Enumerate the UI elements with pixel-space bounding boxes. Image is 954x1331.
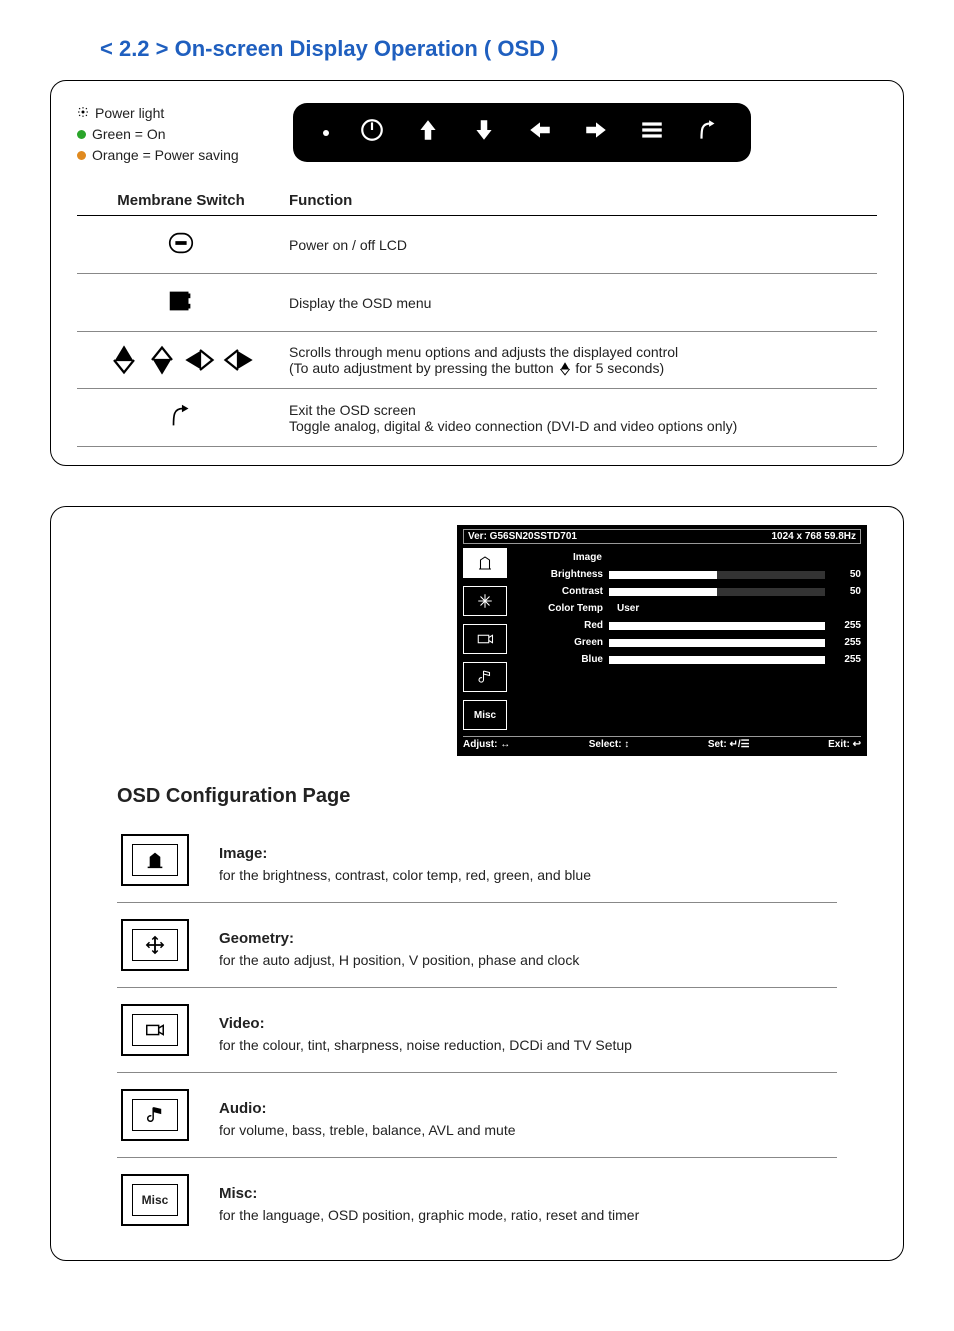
config-item-text: Video:for the colour, tint, sharpness, n… [219, 1013, 632, 1057]
osd-row: Blue 255 [513, 654, 861, 665]
osd-row: Contrast 50 [513, 586, 861, 597]
config-item-icon [121, 1089, 189, 1141]
config-item-icon [121, 919, 189, 971]
config-item-icon [121, 1004, 189, 1056]
config-item-text: Geometry:for the auto adjust, H position… [219, 928, 579, 972]
legend: Power light Green = On Orange = Power sa… [77, 103, 877, 166]
config-item-text: Image:for the brightness, contrast, colo… [219, 843, 591, 887]
osd-hint-set: Set: ↵/☰ [708, 739, 750, 750]
osd-config-panel: Ver: G56SN20SSTD701 1024 x 768 59.8Hz Mi… [50, 506, 904, 1261]
osd-row-value: 50 [831, 569, 861, 580]
osd-hint-adjust: Adjust: ↔ [463, 739, 510, 750]
osd-row-value: 255 [831, 637, 861, 648]
osd-row-bar [609, 656, 825, 664]
led-icon [323, 130, 329, 136]
legend-orange: Orange = Power saving [92, 145, 239, 166]
config-item-text: Audio:for volume, bass, treble, balance,… [219, 1098, 516, 1142]
osd-row-value: 255 [831, 654, 861, 665]
gear-icon [77, 103, 89, 124]
keypad-graphic [293, 103, 751, 162]
osd-tab-audio-icon [463, 662, 507, 692]
osd-screenshot: Ver: G56SN20SSTD701 1024 x 768 59.8Hz Mi… [457, 525, 867, 756]
row-fn: Power on / off LCD [285, 216, 877, 274]
table-row: Exit the OSD screen Toggle analog, digit… [77, 389, 877, 447]
power-icon [359, 117, 385, 148]
osd-row: Red 255 [513, 620, 861, 631]
osd-row-value: User [617, 603, 639, 614]
osd-hint-select: Select: ↕ [589, 739, 630, 750]
arrow-right-icon [583, 117, 609, 148]
config-item: Video:for the colour, tint, sharpness, n… [117, 988, 837, 1073]
osd-tab-video-icon [463, 624, 507, 654]
row-fn: Display the OSD menu [285, 274, 877, 332]
arrow-up-icon [415, 117, 441, 148]
config-item: Misc Misc:for the language, OSD position,… [117, 1158, 837, 1242]
osd-row-bar [609, 571, 825, 579]
config-list: Image:for the brightness, contrast, colo… [117, 818, 837, 1242]
osd-resolution: 1024 x 768 59.8Hz [771, 531, 856, 542]
osd-tab-image-icon [463, 548, 507, 578]
orange-dot-icon [77, 151, 86, 160]
osd-row-bar [609, 639, 825, 647]
power-button-icon [77, 216, 285, 274]
page-title: < 2.2 > On-screen Display Operation ( OS… [100, 36, 854, 62]
config-item-text: Misc:for the language, OSD position, gra… [219, 1183, 639, 1227]
osd-config-title: OSD Configuration Page [117, 785, 877, 808]
osd-row-label: Contrast [513, 586, 603, 597]
switch-function-table: Membrane Switch Function Power on / off … [77, 186, 877, 447]
config-item: Image:for the brightness, contrast, colo… [117, 818, 837, 903]
config-item-icon: Misc [121, 1174, 189, 1226]
membrane-switch-panel: Power light Green = On Orange = Power sa… [50, 80, 904, 466]
osd-row: Green 255 [513, 637, 861, 648]
osd-tab-geometry-icon [463, 586, 507, 616]
menu-icon [639, 117, 665, 148]
osd-tab-misc-icon: Misc [463, 700, 507, 730]
osd-rows: Brightness 50 Contrast 50 Color Temp User Red 2… [513, 569, 861, 665]
row-fn: Scrolls through menu options and adjusts… [285, 332, 877, 389]
osd-row-bar [609, 622, 825, 630]
row-fn: Exit the OSD screen Toggle analog, digit… [285, 389, 877, 447]
osd-row-label: Color Temp [513, 603, 603, 614]
osd-row-label: Green [513, 637, 603, 648]
menu-button-icon [77, 274, 285, 332]
osd-heading: Image [573, 552, 861, 563]
config-item: Geometry:for the auto adjust, H position… [117, 903, 837, 988]
legend-power-light: Power light [95, 103, 164, 124]
up-arrow-inline-icon [558, 360, 572, 376]
osd-row: Brightness 50 [513, 569, 861, 580]
osd-version: Ver: G56SN20SSTD701 [468, 531, 577, 542]
osd-row-label: Red [513, 620, 603, 631]
osd-row-label: Blue [513, 654, 603, 665]
arrow-buttons-icon [81, 345, 281, 375]
arrow-left-icon [527, 117, 553, 148]
arrow-down-icon [471, 117, 497, 148]
osd-row-bar [609, 588, 825, 596]
table-row: Power on / off LCD [77, 216, 877, 274]
config-item: Audio:for volume, bass, treble, balance,… [117, 1073, 837, 1158]
osd-row-value: 255 [831, 620, 861, 631]
osd-row-value: 50 [831, 586, 861, 597]
col-function: Function [285, 186, 877, 216]
osd-row: Color Temp User [513, 603, 861, 614]
table-row: Scrolls through menu options and adjusts… [77, 332, 877, 389]
osd-hint-exit: Exit: ↩ [828, 739, 861, 750]
exit-button-icon [77, 389, 285, 447]
config-item-icon [121, 834, 189, 886]
table-row: Display the OSD menu [77, 274, 877, 332]
green-dot-icon [77, 130, 86, 139]
col-switch: Membrane Switch [77, 186, 285, 216]
legend-green: Green = On [92, 124, 166, 145]
exit-icon [695, 117, 721, 148]
osd-row-label: Brightness [513, 569, 603, 580]
